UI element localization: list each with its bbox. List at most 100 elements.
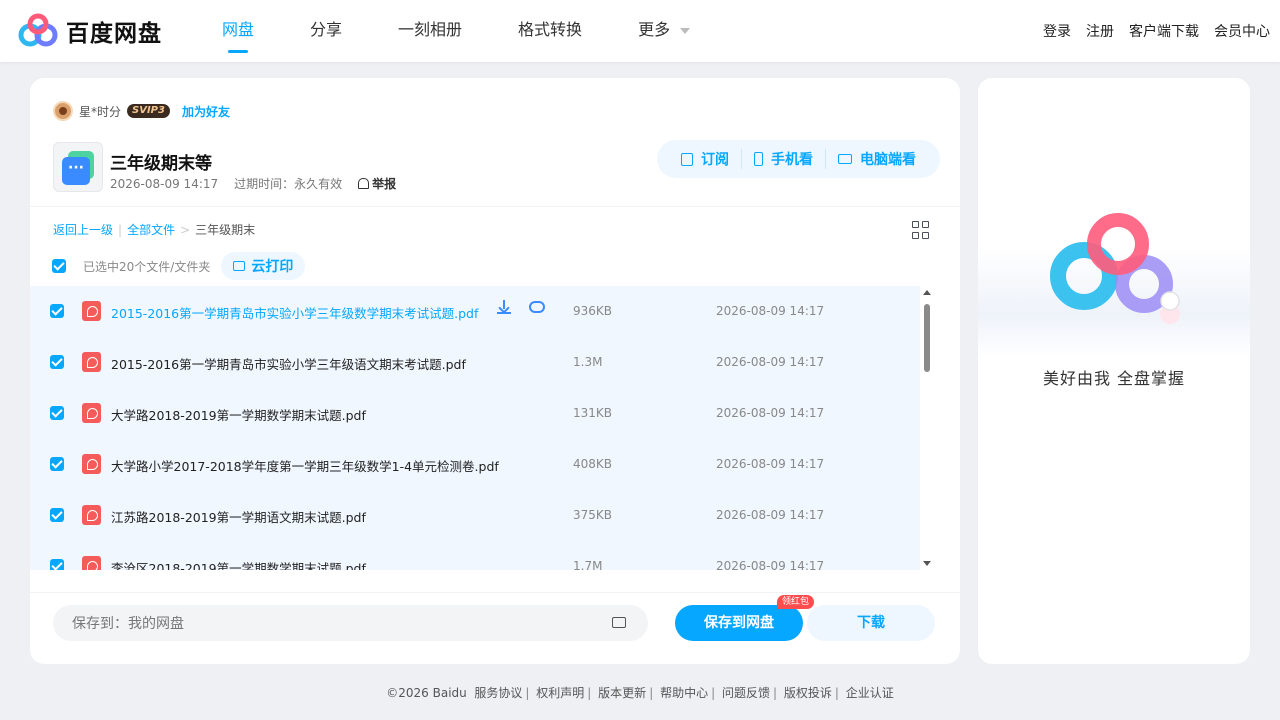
- register-link[interactable]: 注册: [1086, 21, 1114, 41]
- file-date: 2026-08-09 14:17: [716, 304, 825, 318]
- subscribe-label: 订阅: [701, 152, 729, 168]
- back-link[interactable]: 返回上一级: [53, 221, 113, 238]
- member-center-link[interactable]: 会员中心: [1214, 21, 1270, 41]
- chevron-down-icon: [680, 27, 691, 34]
- footer-link-feedback[interactable]: 问题反馈: [722, 686, 770, 700]
- folder-front-icon: ···: [62, 157, 90, 185]
- download-button[interactable]: 下载: [807, 605, 935, 641]
- view-on-phone-button[interactable]: 手机看: [741, 149, 825, 169]
- printer-icon: [233, 261, 246, 271]
- nav-more-label: 更多: [638, 20, 671, 39]
- view-on-pc-label: 电脑端看: [860, 152, 916, 168]
- table-row[interactable]: 李沧区2018-2019第一学期数学期末试题.pdf 1.7M 2026-08-…: [30, 541, 920, 570]
- grid-view-icon[interactable]: [912, 221, 930, 239]
- row-checkbox[interactable]: [50, 559, 64, 570]
- nav-netdisk[interactable]: 网盘: [222, 0, 254, 62]
- file-name[interactable]: 2015-2016第一学期青岛市实验小学三年级语文期末考试题.pdf: [111, 354, 466, 373]
- cloud-save-icon[interactable]: [529, 301, 545, 313]
- pdf-icon: [82, 352, 101, 372]
- file-size: 408KB: [573, 457, 613, 471]
- baidu-netdisk-logo[interactable]: 百度网盘: [18, 13, 162, 49]
- view-on-phone-label: 手机看: [771, 152, 813, 168]
- row-checkbox[interactable]: [50, 304, 64, 318]
- logo-icon: [18, 13, 58, 47]
- nav-share[interactable]: 分享: [310, 0, 342, 62]
- folder-icon[interactable]: [612, 617, 626, 628]
- footer-separator: |: [772, 686, 778, 700]
- sharer-info: 星*时分 SVIP3 加为好友: [53, 101, 230, 121]
- row-checkbox[interactable]: [50, 355, 64, 369]
- footer-link-enterprise[interactable]: 企业认证: [846, 686, 894, 700]
- row-checkbox[interactable]: [50, 457, 64, 471]
- table-row[interactable]: 大学路小学2017-2018学年度第一学期三年级数学1-4单元检测卷.pdf 4…: [30, 439, 920, 490]
- subscribe-button[interactable]: 订阅: [669, 149, 741, 169]
- report-label: 举报: [372, 177, 397, 191]
- avatar[interactable]: [53, 101, 73, 121]
- scroll-down-icon[interactable]: [923, 561, 931, 566]
- top-navbar: 百度网盘 网盘 分享 一刻相册 格式转换 更多 登录 注册 客户端下载 会员中心: [0, 0, 1280, 62]
- file-size: 131KB: [573, 406, 613, 420]
- footer-separator: |: [525, 686, 530, 700]
- sharer-name: 星*时分: [79, 104, 122, 119]
- footer-separator: |: [834, 686, 839, 700]
- file-date: 2026-08-09 14:17: [716, 508, 825, 522]
- selection-count: 已选中20个文件/文件夹: [83, 259, 211, 274]
- svip-badge: SVIP3: [127, 104, 170, 118]
- nav-more[interactable]: 更多: [638, 0, 691, 62]
- add-friend-link[interactable]: 加为好友: [182, 103, 230, 120]
- row-actions: [497, 300, 545, 314]
- pdf-icon: [82, 301, 101, 321]
- footer-link-help[interactable]: 帮助中心: [660, 686, 708, 700]
- file-date: 2026-08-09 14:17: [716, 355, 825, 369]
- nav-format-convert[interactable]: 格式转换: [518, 0, 582, 62]
- netdisk-mascot-logo: [1050, 213, 1180, 324]
- footer-separator: |: [587, 686, 592, 700]
- scroll-up-icon[interactable]: [923, 290, 931, 295]
- scrollbar-thumb[interactable]: [924, 304, 930, 372]
- breadcrumb-current: 三年级期末: [195, 223, 256, 237]
- table-row[interactable]: 2015-2016第一学期青岛市实验小学三年级语文期末考试题.pdf 1.3M …: [30, 337, 920, 388]
- download-icon[interactable]: [497, 300, 511, 314]
- footer-link-copyright-complaint[interactable]: 版权投诉: [784, 686, 832, 700]
- save-to-netdisk-button[interactable]: 保存到网盘: [675, 605, 803, 641]
- logo-text: 百度网盘: [66, 21, 162, 47]
- save-to-label: 保存到：: [72, 616, 128, 632]
- copyright: ©2026 Baidu: [386, 686, 467, 700]
- footer-link-service[interactable]: 服务协议: [474, 686, 522, 700]
- breadcrumb: 返回上一级 | 全部文件 > 三年级期末: [53, 221, 255, 238]
- file-name[interactable]: 江苏路2018-2019第一学期语文期末试题.pdf: [111, 507, 366, 526]
- client-download-link[interactable]: 客户端下载: [1129, 21, 1199, 41]
- phone-icon: [754, 152, 763, 166]
- file-list: 2015-2016第一学期青岛市实验小学三年级数学期末考试试题.pdf 936K…: [30, 286, 920, 570]
- footer-link-rights[interactable]: 权利声明: [536, 686, 584, 700]
- nav-moment-album[interactable]: 一刻相册: [398, 0, 462, 62]
- view-on-pc-button[interactable]: 电脑端看: [825, 149, 928, 169]
- file-name[interactable]: 2015-2016第一学期青岛市实验小学三年级数学期末考试试题.pdf: [111, 303, 478, 322]
- file-size: 1.3M: [573, 355, 603, 369]
- top-links: 登录 注册 客户端下载 会员中心: [1028, 0, 1270, 62]
- share-title: 三年级期末等: [110, 154, 212, 174]
- file-name[interactable]: 大学路小学2017-2018学年度第一学期三年级数学1-4单元检测卷.pdf: [111, 456, 499, 475]
- row-checkbox[interactable]: [50, 508, 64, 522]
- footer-link-updates[interactable]: 版本更新: [598, 686, 646, 700]
- red-packet-badge: 领红包: [777, 595, 815, 609]
- monitor-icon: [838, 154, 852, 164]
- report-link[interactable]: 举报: [358, 175, 396, 192]
- promo-panel: 美好由我 全盘掌握: [978, 78, 1250, 664]
- footer-separator: |: [649, 686, 654, 700]
- all-files-link[interactable]: 全部文件: [127, 221, 175, 238]
- file-list-scrollbar[interactable]: [920, 286, 934, 570]
- table-row[interactable]: 2015-2016第一学期青岛市实验小学三年级数学期末考试试题.pdf 936K…: [30, 286, 920, 337]
- table-row[interactable]: 大学路2018-2019第一学期数学期末试题.pdf 131KB 2026-08…: [30, 388, 920, 439]
- cloud-print-label: 云打印: [251, 259, 294, 275]
- select-all-checkbox[interactable]: [52, 259, 66, 273]
- save-location-field[interactable]: 保存到： 我的网盘: [53, 605, 648, 641]
- login-link[interactable]: 登录: [1043, 21, 1071, 41]
- row-checkbox[interactable]: [50, 406, 64, 420]
- main-nav: 网盘 分享 一刻相册 格式转换 更多: [222, 0, 746, 62]
- table-row[interactable]: 江苏路2018-2019第一学期语文期末试题.pdf 375KB 2026-08…: [30, 490, 920, 541]
- pdf-icon: [82, 556, 101, 570]
- cloud-print-button[interactable]: 云打印: [221, 252, 306, 280]
- file-name[interactable]: 大学路2018-2019第一学期数学期末试题.pdf: [111, 405, 366, 424]
- file-name[interactable]: 李沧区2018-2019第一学期数学期末试题.pdf: [111, 558, 366, 570]
